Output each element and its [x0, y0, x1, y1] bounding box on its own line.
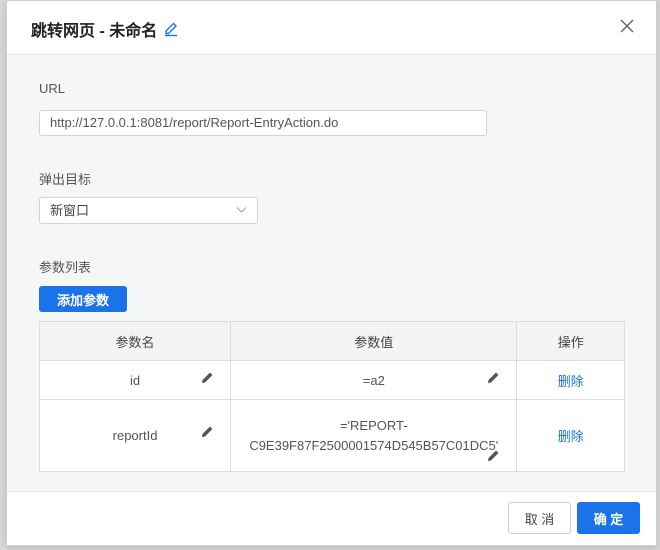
url-label: URL [39, 81, 66, 96]
pencil-icon[interactable] [487, 371, 500, 384]
edit-icon[interactable] [163, 21, 179, 37]
param-name: id [129, 372, 141, 388]
param-name-cell: reportId [38, 399, 232, 472]
param-table: 参数名 参数值 操作 id =a2 删除 reportId ='REPORT- … [38, 321, 625, 472]
param-value-line2: C9E39F87F2500001574D545B57C01DC5' [249, 437, 499, 453]
pencil-icon[interactable] [487, 449, 500, 462]
dialog-title: 跳转网页 - 未命名 [31, 23, 158, 40]
popup-target-value: 新窗口 [50, 203, 90, 218]
param-name-cell: id [38, 360, 232, 400]
dialog-footer: 取 消 确 定 [7, 491, 656, 545]
table-row: id =a2 删除 [38, 360, 625, 400]
add-param-button[interactable]: 添加参数 [39, 286, 127, 312]
table-row: reportId ='REPORT- C9E39F87F2500001574D5… [38, 399, 625, 472]
pencil-icon[interactable] [201, 425, 214, 438]
dialog-body: URL http://127.0.0.1:8081/report/Report-… [7, 55, 656, 493]
pencil-icon[interactable] [201, 371, 214, 384]
url-input[interactable]: http://127.0.0.1:8081/report/Report-Entr… [39, 110, 487, 136]
dialog-header: 跳转网页 - 未命名 [7, 1, 656, 55]
cancel-button[interactable]: 取 消 [508, 502, 571, 534]
ok-button[interactable]: 确 定 [577, 502, 640, 534]
header-param-name: 参数名 [38, 321, 232, 361]
delete-link[interactable]: 删除 [558, 429, 584, 444]
action-cell: 删除 [516, 360, 625, 400]
header-action: 操作 [516, 321, 625, 361]
delete-link[interactable]: 删除 [558, 374, 584, 389]
param-list-label: 参数列表 [39, 260, 92, 275]
dialog-title-wrap: 跳转网页 - 未命名 [31, 17, 179, 41]
close-icon[interactable] [620, 19, 634, 33]
action-cell: 删除 [516, 399, 625, 472]
param-value: =a2 [362, 372, 385, 388]
param-name: reportId [112, 428, 158, 443]
popup-target-label: 弹出目标 [39, 172, 92, 187]
chevron-down-icon [236, 207, 247, 213]
header-param-value: 参数值 [230, 321, 518, 361]
popup-target-select[interactable]: 新窗口 [39, 197, 258, 224]
jump-webpage-dialog: 跳转网页 - 未命名 URL http://127.0.0.1:8081/rep… [6, 0, 657, 546]
param-value-cell: =a2 [230, 360, 518, 400]
param-value-line1: ='REPORT- [339, 417, 408, 433]
param-value-cell: ='REPORT- C9E39F87F2500001574D545B57C01D… [230, 399, 518, 472]
